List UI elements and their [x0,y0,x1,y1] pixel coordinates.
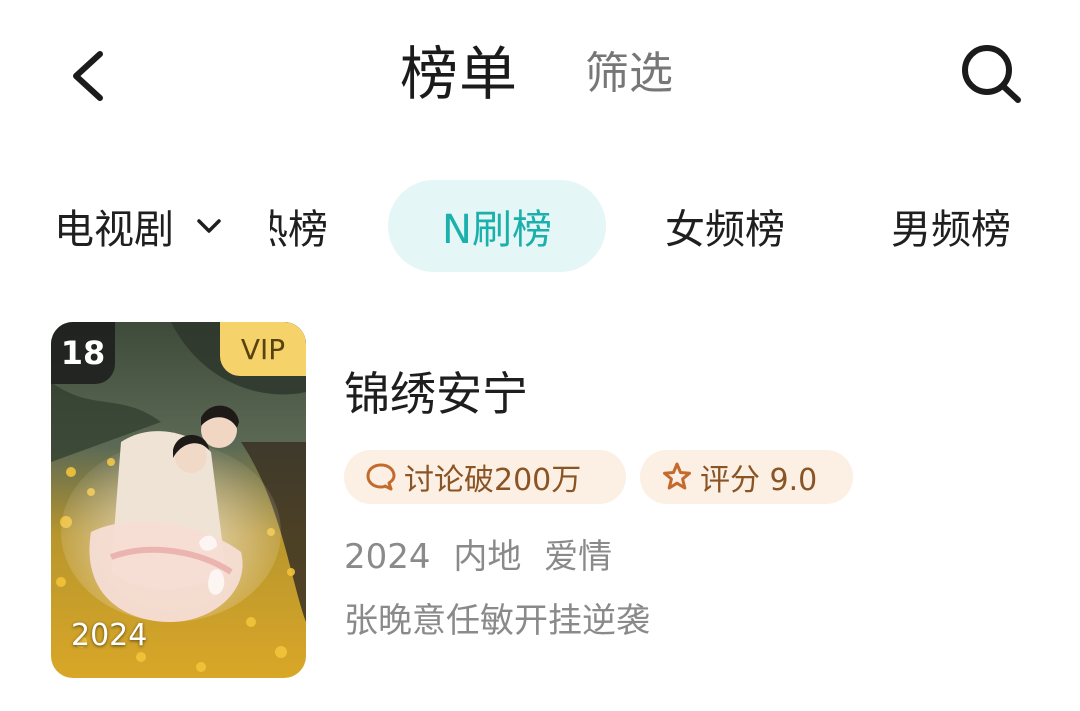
filter-button[interactable]: 筛选 [585,44,673,104]
search-button[interactable] [955,40,1031,110]
show-meta: 2024 内地 爱情 [344,532,612,582]
tab-male[interactable]: 男频榜 [886,180,1016,272]
meta-genre: 爱情 [544,537,613,577]
meta-year: 2024 [344,537,431,577]
category-dropdown[interactable]: 电视剧 [54,180,224,272]
poster[interactable]: 18 VIP 2024 [51,322,306,678]
tab-label: 热榜 [270,207,328,253]
discussion-text: 讨论破200万 [404,463,582,498]
search-icon [962,45,1021,103]
meta-region: 内地 [453,537,522,577]
chevron-left-icon [73,51,103,101]
tab-female[interactable]: 女频榜 [660,180,790,272]
star-icon [663,462,691,490]
chevron-down-icon [197,219,221,233]
tab-label: 男频榜 [891,207,1011,253]
tab-label: 女频榜 [665,207,785,253]
comment-icon [366,463,396,491]
category-label: 电视剧 [54,207,174,253]
ranking-tabs: 电视剧 热榜 N刷榜 女频榜 男频榜 [0,180,1080,272]
show-description: 张晚意任敏开挂逆袭 [344,601,650,641]
score-text: 评分 9.0 [700,463,818,498]
tab-label: N刷榜 [442,207,552,253]
score-badge: 评分 9.0 [640,450,853,504]
tab-n-rewatch[interactable]: N刷榜 [388,180,606,272]
rank-badge: 18 [51,322,115,384]
vip-badge: VIP [220,322,306,376]
page-title: 榜单 [400,40,519,108]
poster-year: 2024 [71,618,148,653]
show-title[interactable]: 锦绣安宁 [344,362,528,426]
discussion-badge: 讨论破200万 [344,450,626,504]
back-button[interactable] [62,40,122,110]
tab-hot[interactable]: 热榜 [270,180,390,272]
